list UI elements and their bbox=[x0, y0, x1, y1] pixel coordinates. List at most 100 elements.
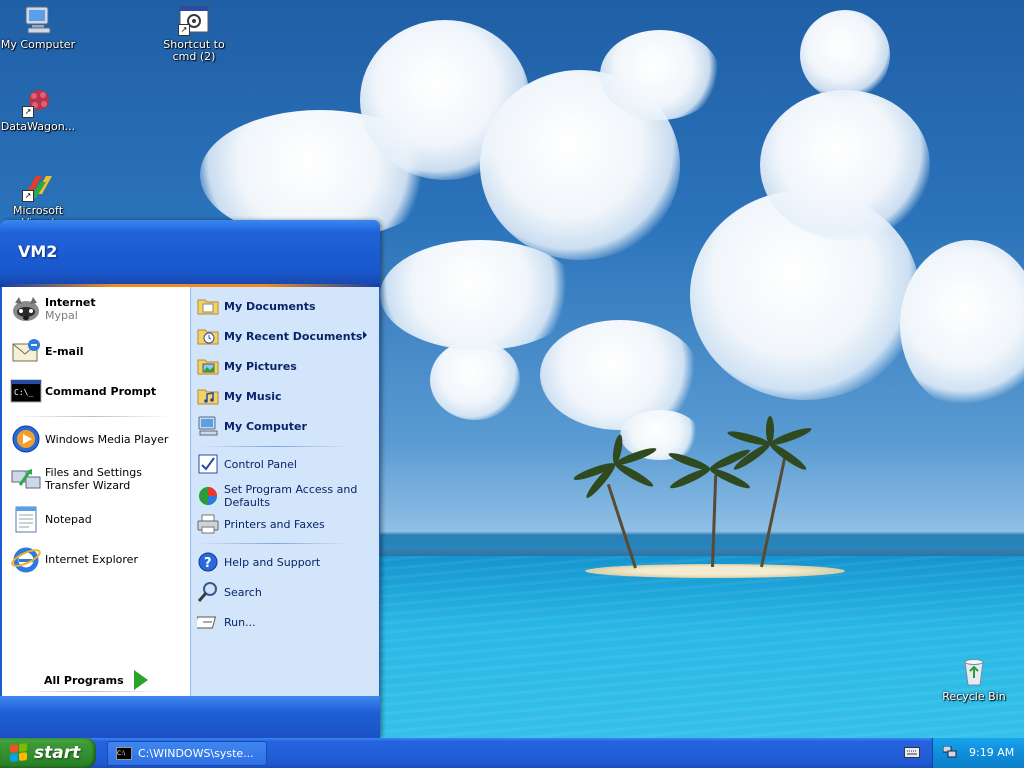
place-label: My Documents bbox=[224, 299, 316, 313]
clock[interactable]: 9:19 AM bbox=[969, 746, 1014, 759]
run-icon bbox=[193, 611, 219, 633]
command-prompt-icon: C:\_ bbox=[10, 375, 42, 407]
cloud bbox=[900, 240, 1024, 410]
all-programs-label: All Programs bbox=[44, 673, 124, 687]
recent-item-transfer-wizard[interactable]: Files and Settings Transfer Wizard bbox=[10, 463, 186, 495]
start-menu: VM2 Internet Mypal E-mail C:\_ Command P… bbox=[0, 220, 380, 738]
place-label: My Music bbox=[224, 389, 282, 403]
place-my-recent-documents[interactable]: My Recent Documents bbox=[197, 325, 373, 347]
user-name: VM2 bbox=[18, 242, 58, 261]
recent-item-label: Internet Explorer bbox=[45, 552, 138, 566]
network-icon[interactable] bbox=[942, 745, 957, 758]
recent-item-internet-explorer[interactable]: Internet Explorer bbox=[10, 543, 186, 575]
program-defaults-icon bbox=[197, 485, 219, 507]
place-my-music[interactable]: My Music bbox=[197, 385, 373, 407]
tool-label: Help and Support bbox=[224, 555, 321, 569]
control-panel-icon bbox=[197, 453, 219, 475]
svg-text:?: ? bbox=[204, 556, 212, 571]
pinned-item-label: E-mail bbox=[45, 344, 84, 358]
place-my-computer[interactable]: My Computer bbox=[197, 415, 373, 437]
desktop-icon-recycle-bin[interactable]: Recycle Bin bbox=[936, 656, 1012, 703]
start-label: start bbox=[34, 743, 81, 763]
place-my-documents[interactable]: My Documents bbox=[197, 295, 373, 317]
recent-item-notepad[interactable]: Notepad bbox=[10, 503, 186, 535]
pinned-item-sublabel: Mypal bbox=[45, 309, 78, 322]
separator bbox=[197, 446, 351, 447]
place-label: My Computer bbox=[224, 419, 307, 433]
pinned-item-internet[interactable]: Internet Mypal bbox=[10, 293, 186, 325]
start-menu-right-column: My Documents My Recent Documents My Pict… bbox=[190, 287, 379, 715]
pinned-item-label: Internet bbox=[45, 296, 96, 309]
desktop-icon-shortcut-cmd[interactable]: ↗ Shortcut to cmd (2) bbox=[156, 4, 232, 63]
desktop-icon-label: My Computer bbox=[0, 38, 76, 51]
taskbar: start C:\ C:\WINDOWS\syste... 9:19 AM bbox=[0, 738, 1024, 768]
search-icon bbox=[197, 581, 219, 603]
folder-music-icon bbox=[197, 385, 219, 407]
tool-help-support[interactable]: ? Help and Support bbox=[197, 551, 373, 573]
start-button[interactable]: start bbox=[0, 738, 96, 768]
recent-item-windows-media-player[interactable]: Windows Media Player bbox=[10, 423, 186, 455]
cloud bbox=[600, 30, 720, 120]
cloud bbox=[380, 240, 580, 350]
svg-text:C:\_: C:\_ bbox=[14, 388, 33, 397]
start-menu-left-column: Internet Mypal E-mail C:\_ Command Promp… bbox=[2, 287, 190, 715]
tool-run[interactable]: Run... bbox=[193, 611, 373, 633]
desktop-icon-datawagon[interactable]: ↗ DataWagon... bbox=[0, 86, 76, 133]
internet-explorer-icon bbox=[10, 543, 42, 575]
settings-label: Printers and Faxes bbox=[224, 517, 325, 531]
cloud bbox=[430, 340, 520, 420]
visual-studio-icon: ↗ bbox=[22, 170, 54, 202]
settings-program-access[interactable]: Set Program Access and Defaults bbox=[197, 483, 373, 509]
shortcut-arrow-icon: ↗ bbox=[22, 106, 34, 118]
keyboard-icon[interactable] bbox=[904, 747, 920, 758]
pinned-item-label: Command Prompt bbox=[45, 384, 157, 398]
system-tray: 9:19 AM bbox=[932, 738, 1024, 768]
computer-icon bbox=[197, 415, 219, 437]
recent-item-label: Files and Settings Transfer Wizard bbox=[45, 466, 142, 492]
shortcut-arrow-icon: ↗ bbox=[178, 24, 190, 36]
green-arrow-icon bbox=[133, 670, 148, 690]
cloud bbox=[800, 10, 890, 100]
desktop-icon-label: Shortcut to cmd (2) bbox=[163, 38, 225, 63]
settings-printers-faxes[interactable]: Printers and Faxes bbox=[197, 513, 373, 535]
recent-item-label: Notepad bbox=[45, 512, 92, 526]
printer-icon bbox=[197, 513, 219, 535]
desktop-icon-my-computer[interactable]: My Computer bbox=[0, 4, 76, 51]
separator bbox=[12, 416, 172, 417]
shortcut-arrow-icon: ↗ bbox=[22, 190, 34, 202]
folder-pictures-icon bbox=[197, 355, 219, 377]
start-menu-header: VM2 bbox=[0, 220, 380, 284]
recent-documents-icon bbox=[197, 325, 219, 347]
separator bbox=[12, 691, 172, 692]
taskbar-button-label: C:\WINDOWS\syste... bbox=[138, 747, 254, 760]
desktop-icon-label: DataWagon... bbox=[0, 120, 76, 133]
cloud bbox=[760, 90, 930, 240]
submenu-arrow-icon bbox=[363, 331, 367, 339]
datawagon-icon: ↗ bbox=[22, 86, 54, 118]
command-prompt-icon: C:\ bbox=[116, 747, 132, 760]
folder-documents-icon bbox=[197, 295, 219, 317]
recycle-bin-icon bbox=[958, 656, 990, 688]
cmd-shortcut-icon: ↗ bbox=[178, 4, 210, 36]
place-my-pictures[interactable]: My Pictures bbox=[197, 355, 373, 377]
island bbox=[585, 564, 845, 578]
all-programs-button[interactable]: All Programs bbox=[44, 670, 148, 690]
desktop-icon-label: Recycle Bin bbox=[942, 690, 1006, 703]
pinned-item-email[interactable]: E-mail bbox=[10, 335, 186, 367]
tool-search[interactable]: Search bbox=[197, 581, 373, 603]
tool-label: Search bbox=[224, 585, 262, 599]
start-menu-footer bbox=[0, 696, 380, 738]
place-label: My Pictures bbox=[224, 359, 297, 373]
help-icon: ? bbox=[197, 551, 219, 573]
place-label: My Recent Documents bbox=[224, 329, 363, 343]
pinned-item-command-prompt[interactable]: C:\_ Command Prompt bbox=[10, 375, 186, 407]
raccoon-browser-icon bbox=[10, 293, 42, 325]
media-player-icon bbox=[10, 423, 42, 455]
transfer-wizard-icon bbox=[10, 463, 42, 495]
notepad-icon bbox=[10, 503, 42, 535]
settings-control-panel[interactable]: Control Panel bbox=[197, 453, 373, 475]
settings-label: Control Panel bbox=[224, 457, 297, 471]
tool-label: Run... bbox=[224, 615, 256, 629]
my-computer-icon bbox=[22, 4, 54, 36]
taskbar-button-cmd[interactable]: C:\ C:\WINDOWS\syste... bbox=[107, 741, 267, 766]
